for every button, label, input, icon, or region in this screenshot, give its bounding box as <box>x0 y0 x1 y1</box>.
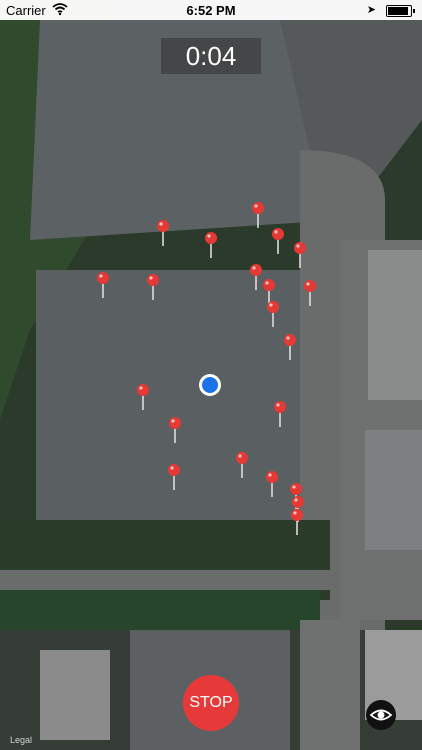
user-location-dot <box>199 374 221 396</box>
location-arrow-icon: ➤ <box>366 4 376 16</box>
map-view[interactable] <box>0 0 422 750</box>
eye-icon[interactable] <box>366 700 396 730</box>
battery-icon <box>386 5 415 17</box>
status-bar: Carrier 6:52 PM ➤ <box>0 0 422 20</box>
stop-button[interactable]: STOP <box>183 675 239 731</box>
legal-link[interactable]: Legal <box>10 735 32 745</box>
elapsed-timer: 0:04 <box>161 38 261 74</box>
status-time: 6:52 PM <box>186 3 236 18</box>
